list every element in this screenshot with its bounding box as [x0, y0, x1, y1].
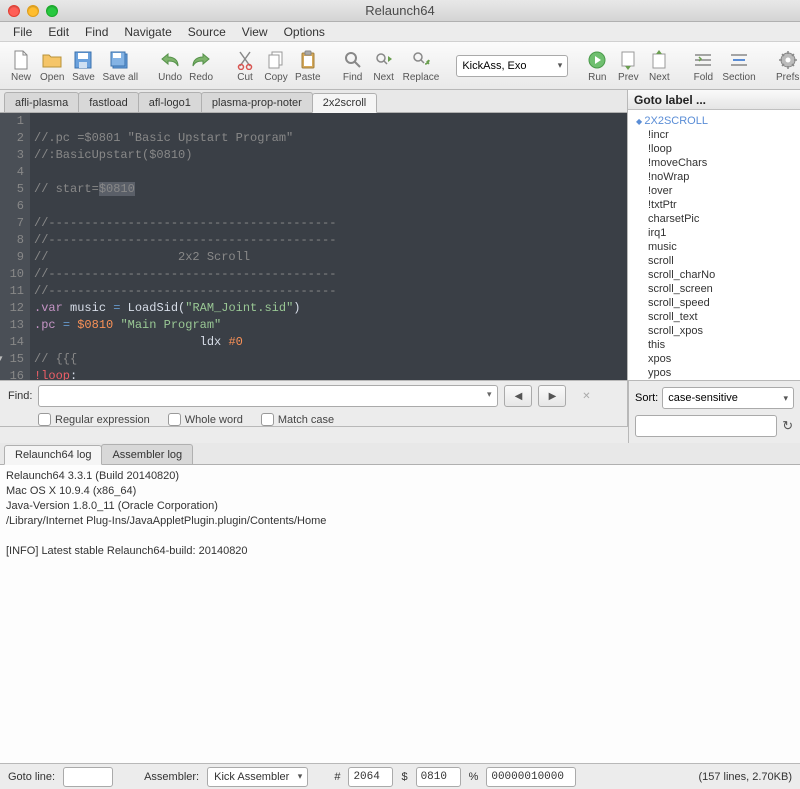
paste-button[interactable]: Paste — [292, 45, 324, 87]
menu-bar: FileEditFindNavigateSourceViewOptions — [0, 22, 800, 42]
next-error-button[interactable]: Next — [644, 45, 674, 87]
goto-line-label: Goto line: — [8, 771, 55, 783]
menu-file[interactable]: File — [6, 23, 39, 41]
main-area: afli-plasmafastloadafl-logo1plasma-prop-… — [0, 90, 800, 381]
goto-label-item[interactable]: charsetPic — [628, 212, 800, 226]
prev-error-button[interactable]: Prev — [613, 45, 643, 87]
find-close-button[interactable]: ✕ — [572, 385, 600, 407]
find-next-button[interactable]: ▶ — [538, 385, 566, 407]
cut-button[interactable]: Cut — [230, 45, 260, 87]
open-button[interactable]: Open — [37, 45, 67, 87]
goto-label-item[interactable]: !incr — [628, 128, 800, 142]
find-bar: Find: ◀ ▶ ✕ Regular expression Whole wor… — [0, 381, 628, 427]
line-gutter: 123456789101112131415▾1617▸1819202122⌄23… — [0, 113, 30, 380]
goto-line-input[interactable] — [63, 767, 113, 787]
new-button[interactable]: New — [6, 45, 36, 87]
menu-find[interactable]: Find — [78, 23, 115, 41]
prefs-button[interactable]: Prefs — [773, 45, 800, 87]
file-tab[interactable]: 2x2scroll — [312, 93, 377, 113]
title-bar: Relaunch64 — [0, 0, 800, 22]
file-tab[interactable]: plasma-prop-noter — [201, 92, 313, 112]
code-area[interactable]: //.pc =$0801 "Basic Upstart Program"//:B… — [30, 113, 627, 380]
goto-label-list[interactable]: 2X2SCROLL!incr!loop!moveChars!noWrap!ove… — [628, 110, 800, 380]
goto-section[interactable]: 2X2SCROLL — [628, 114, 800, 128]
goto-label-item[interactable]: scroll_charNo — [628, 268, 800, 282]
hex-label: $ — [401, 771, 407, 783]
dec-label: # — [334, 771, 340, 783]
copy-button[interactable]: Copy — [261, 45, 291, 87]
find-button[interactable]: Find — [338, 45, 368, 87]
find-next-button[interactable]: Next — [369, 45, 399, 87]
fold-button[interactable]: Fold — [688, 45, 718, 87]
regex-checkbox[interactable]: Regular expression — [38, 413, 150, 426]
refresh-labels-button[interactable]: ↻ — [781, 419, 794, 433]
assembler-label: Assembler: — [144, 771, 199, 783]
goto-label-item[interactable]: !noWrap — [628, 170, 800, 184]
goto-label-item[interactable]: !moveChars — [628, 156, 800, 170]
goto-header: Goto label ... — [628, 90, 800, 110]
sort-label: Sort: — [635, 392, 658, 404]
menu-source[interactable]: Source — [181, 23, 233, 41]
goto-label-item[interactable]: !over — [628, 184, 800, 198]
goto-label-item[interactable]: scroll_xpos — [628, 324, 800, 338]
file-stats: (157 lines, 2.70KB) — [698, 771, 792, 783]
goto-label-pane: Goto label ... 2X2SCROLL!incr!loop!moveC… — [628, 90, 800, 380]
find-prev-button[interactable]: ◀ — [504, 385, 532, 407]
compiler-combo[interactable]: KickAss, Exo — [456, 55, 568, 77]
file-tab[interactable]: afl-logo1 — [138, 92, 202, 112]
run-button[interactable]: Run — [582, 45, 612, 87]
menu-edit[interactable]: Edit — [41, 23, 76, 41]
file-tabs: afli-plasmafastloadafl-logo1plasma-prop-… — [0, 90, 627, 113]
bin-label: % — [469, 771, 479, 783]
sort-panel: Sort: case-sensitive ↻ — [628, 381, 800, 443]
save-all-button[interactable]: Save all — [99, 45, 141, 87]
assembler-combo[interactable]: Kick Assembler — [207, 767, 308, 787]
hex-input[interactable]: 0810 — [416, 767, 461, 787]
menu-navigate[interactable]: Navigate — [117, 23, 178, 41]
goto-label-item[interactable]: this — [628, 338, 800, 352]
toolbar: New Open Save Save all Undo Redo Cut Cop… — [0, 42, 800, 90]
find-sort-bar: Find: ◀ ▶ ✕ Regular expression Whole wor… — [0, 381, 800, 443]
replace-button[interactable]: Replace — [400, 45, 443, 87]
file-tab[interactable]: fastload — [78, 92, 139, 112]
undo-button[interactable]: Undo — [155, 45, 185, 87]
find-label: Find: — [8, 390, 32, 402]
whole-word-checkbox[interactable]: Whole word — [168, 413, 243, 426]
minimize-window-button[interactable] — [27, 5, 39, 17]
goto-label-item[interactable]: ypos — [628, 366, 800, 380]
bin-input[interactable]: 00000010000 — [486, 767, 576, 787]
goto-label-item[interactable]: irq1 — [628, 226, 800, 240]
status-bar: Goto line: Assembler: Kick Assembler # 2… — [0, 763, 800, 789]
file-tab[interactable]: afli-plasma — [4, 92, 79, 112]
find-input[interactable] — [38, 385, 498, 407]
dec-input[interactable]: 2064 — [348, 767, 393, 787]
goto-label-item[interactable]: !loop — [628, 142, 800, 156]
window-controls — [8, 5, 58, 17]
sort-combo[interactable]: case-sensitive — [662, 387, 794, 409]
code-editor[interactable]: 123456789101112131415▾1617▸1819202122⌄23… — [0, 113, 627, 380]
log-tab[interactable]: Assembler log — [101, 444, 193, 464]
goto-label-item[interactable]: scroll_speed — [628, 296, 800, 310]
zoom-window-button[interactable] — [46, 5, 58, 17]
menu-view[interactable]: View — [235, 23, 275, 41]
goto-label-item[interactable]: scroll — [628, 254, 800, 268]
goto-label-item[interactable]: scroll_text — [628, 310, 800, 324]
window-title: Relaunch64 — [0, 3, 800, 18]
log-tab[interactable]: Relaunch64 log — [4, 445, 102, 465]
log-output[interactable]: Relaunch64 3.3.1 (Build 20140820)Mac OS … — [0, 465, 800, 763]
goto-label-item[interactable]: xpos — [628, 352, 800, 366]
goto-label-item[interactable]: !txtPtr — [628, 198, 800, 212]
save-button[interactable]: Save — [68, 45, 98, 87]
goto-label-item[interactable]: music — [628, 240, 800, 254]
editor-pane: afli-plasmafastloadafl-logo1plasma-prop-… — [0, 90, 628, 380]
close-window-button[interactable] — [8, 5, 20, 17]
match-case-checkbox[interactable]: Match case — [261, 413, 334, 426]
label-filter-input[interactable] — [635, 415, 777, 437]
log-tabs: Relaunch64 logAssembler log — [0, 443, 800, 465]
menu-options[interactable]: Options — [277, 23, 332, 41]
redo-button[interactable]: Redo — [186, 45, 216, 87]
section-button[interactable]: Section — [719, 45, 758, 87]
goto-label-item[interactable]: scroll_screen — [628, 282, 800, 296]
